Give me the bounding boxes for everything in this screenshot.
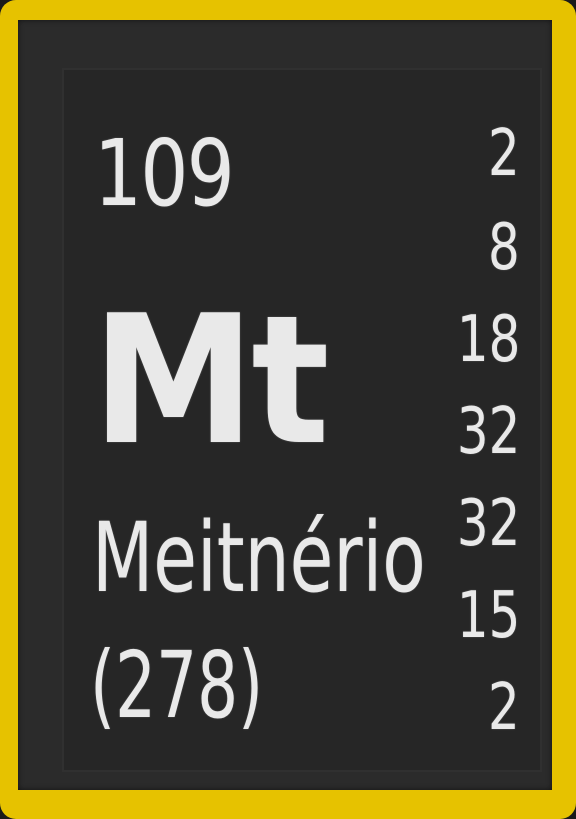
element-symbol: Mt xyxy=(92,277,330,484)
electron-shell-4: 32 xyxy=(456,395,520,469)
element-name: Meitnério xyxy=(92,502,426,614)
atomic-number: 109 xyxy=(94,120,235,227)
electron-shell-2: 8 xyxy=(488,211,520,285)
electron-shell-7: 2 xyxy=(488,671,520,745)
electron-shell-5: 32 xyxy=(456,487,520,561)
element-card-frame: 109 Mt Meitnério (278) 2 8 18 32 32 15 2 xyxy=(0,0,576,819)
electron-shell-6: 15 xyxy=(456,579,520,653)
atomic-mass: (278) xyxy=(90,632,264,739)
electron-shell-3: 18 xyxy=(456,303,520,377)
electron-shells: 2 8 18 32 32 15 2 xyxy=(400,122,520,742)
element-tile: 109 Mt Meitnério (278) 2 8 18 32 32 15 2 xyxy=(64,70,540,770)
element-card-border: 109 Mt Meitnério (278) 2 8 18 32 32 15 2 xyxy=(18,20,552,790)
electron-shell-1: 2 xyxy=(488,117,520,191)
